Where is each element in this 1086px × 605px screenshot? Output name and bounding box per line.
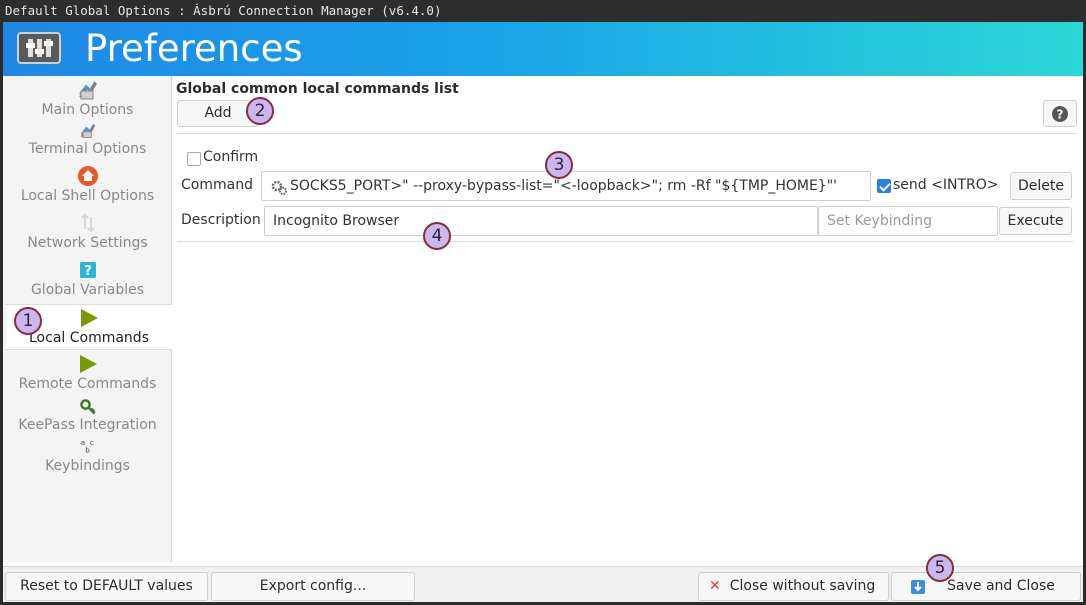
section-title: Global common local commands list [176,81,459,97]
save-and-close-button[interactable]: Save and Close [891,572,1081,601]
sidebar-item-remote-commands[interactable]: Remote Commands [3,353,172,393]
help-icon: ? [1052,106,1068,122]
sidebar-item-label: Main Options [41,102,134,118]
window-title: Default Global Options : Ásbrú Connectio… [0,0,1086,22]
footer-bar: Reset to DEFAULT values Export config...… [3,566,1083,602]
main-options-icon [78,81,97,100]
terminal-options-icon [80,124,95,138]
close-without-saving-button[interactable]: ✕ Close without saving [698,572,889,601]
annotation-marker: 4 [423,222,451,250]
confirm-checkbox[interactable] [187,152,201,166]
close-without-saving-label: Close without saving [729,578,876,594]
sidebar-item-global-variables[interactable]: ? Global Variables [3,259,172,299]
help-button[interactable]: ? [1043,100,1077,127]
send-intro-label: send <INTRO> [893,177,999,193]
keybinding-input[interactable]: Set Keybinding [818,206,998,236]
window: Default Global Options : Ásbrú Connectio… [0,0,1086,605]
sidebar-item-label: Global Variables [30,282,145,298]
separator [177,133,1077,134]
svg-text:b: b [85,445,90,454]
sidebar-item-network-settings[interactable]: Network Settings [3,212,172,252]
annotation-marker: 2 [246,97,274,125]
abc-icon: a c b [80,438,93,454]
preferences-header: Preferences [3,22,1083,76]
preferences-body: Main Options Terminal Options Local Shel… [3,76,1083,566]
description-label: Description [181,212,261,228]
annotation-marker: 5 [926,554,954,582]
sidebar-item-terminal-options[interactable]: Terminal Options [3,122,172,158]
svg-text:?: ? [84,264,92,279]
download-arrow-icon [911,580,925,594]
export-config-button[interactable]: Export config... [211,572,415,601]
confirm-label: Confirm [203,149,259,165]
sidebar-item-keepass-integration[interactable]: KeePass Integration [3,398,172,434]
annotation-marker: 1 [14,307,42,335]
send-intro-checkbox[interactable] [877,179,891,193]
network-arrows-icon [80,213,95,233]
sidebar-item-main-options[interactable]: Main Options [3,79,172,119]
gears-icon [271,180,287,195]
sidebar-item-label: Terminal Options [28,141,147,157]
local-commands-panel: Global common local commands list Add ? … [173,76,1083,562]
preferences-sliders-icon [17,32,61,64]
reset-defaults-button[interactable]: Reset to DEFAULT values [5,572,208,601]
delete-button[interactable]: Delete [1010,172,1072,200]
question-box-icon: ? [79,262,96,279]
svg-text:?: ? [1057,108,1064,122]
separator [177,241,1073,242]
sidebar-item-keybindings[interactable]: a c b Keybindings [3,437,172,475]
sidebar-item-local-shell-options[interactable]: Local Shell Options [3,165,172,205]
sidebar-item-label: Network Settings [27,235,148,251]
page-title: Preferences [85,27,303,70]
home-icon [77,166,98,186]
sidebar-item-label: Keybindings [45,458,130,474]
sidebar-item-label: KeePass Integration [18,417,157,433]
svg-text:c: c [89,438,93,447]
command-label: Command [181,177,253,193]
description-input[interactable]: Incognito Browser [264,206,818,236]
sidebar-item-label: Local Shell Options [20,188,155,204]
annotation-marker: 3 [545,151,573,179]
play-icon [79,355,97,373]
execute-button[interactable]: Execute [999,207,1072,235]
play-icon [81,309,98,327]
keepass-key-icon [79,399,95,415]
sidebar-item-label: Remote Commands [18,376,157,392]
close-icon: ✕ [709,578,721,594]
save-and-close-label: Save and Close [947,578,1055,594]
